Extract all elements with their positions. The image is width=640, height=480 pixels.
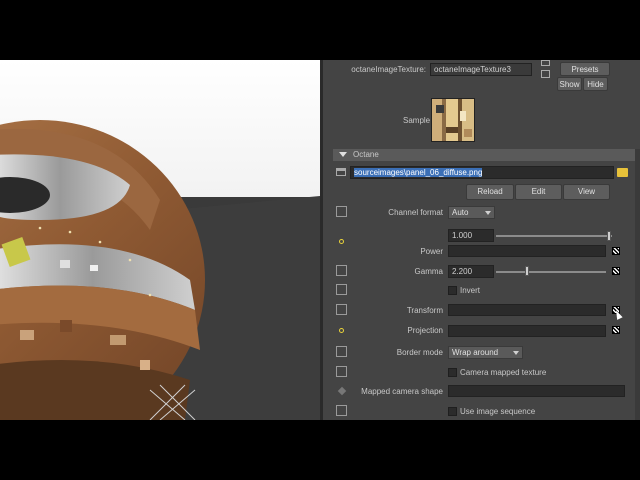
camera-mapped-label: Camera mapped texture xyxy=(460,368,547,377)
power-map-button-icon[interactable] xyxy=(612,247,620,255)
camera-mapped-icon xyxy=(336,366,347,377)
projection-map-button-icon[interactable] xyxy=(612,326,620,334)
octane-section-title: Octane xyxy=(353,150,379,159)
power-slider-knob[interactable] xyxy=(606,231,611,241)
power-texture-field[interactable] xyxy=(448,245,606,257)
view-button[interactable]: View xyxy=(563,184,610,200)
transform-field[interactable] xyxy=(448,304,606,316)
gamma-icon xyxy=(336,265,347,276)
invert-checkbox[interactable] xyxy=(448,286,457,295)
letterbox-bottom xyxy=(0,420,640,480)
presets-button[interactable]: Presets xyxy=(560,62,610,76)
channel-format-dropdown[interactable]: Auto xyxy=(448,206,495,219)
image-sequence-icon xyxy=(336,405,347,416)
border-mode-value: Wrap around xyxy=(452,348,499,357)
power-slider-track[interactable] xyxy=(496,235,612,237)
gamma-slider-track[interactable] xyxy=(496,271,606,273)
texture-node-label: octaneImageTexture: xyxy=(351,65,426,74)
edit-button[interactable]: Edit xyxy=(515,184,562,200)
dropdown-arrow-icon xyxy=(513,351,519,355)
collapse-triangle-icon[interactable] xyxy=(339,152,347,157)
attribute-editor-panel: octaneImageTexture: octaneImageTexture3 … xyxy=(323,60,640,420)
gamma-label: Gamma xyxy=(414,267,443,276)
reload-button[interactable]: Reload xyxy=(466,184,514,200)
use-image-sequence-checkbox[interactable] xyxy=(448,407,457,416)
dropdown-arrow-icon xyxy=(485,211,491,215)
power-texture-icon xyxy=(339,239,344,244)
texture-sample-swatch[interactable] xyxy=(431,98,475,142)
channel-format-label: Channel format xyxy=(388,208,443,217)
invert-label: Invert xyxy=(460,286,481,295)
show-button[interactable]: Show xyxy=(557,77,582,91)
channel-format-icon xyxy=(336,206,347,217)
projection-icon xyxy=(339,328,344,333)
octane-section-header[interactable]: Octane xyxy=(333,149,635,161)
texture-node-name-field[interactable]: octaneImageTexture3 xyxy=(430,63,532,76)
hide-button[interactable]: Hide xyxy=(583,77,608,91)
focus-icon[interactable] xyxy=(541,60,550,66)
mapped-camera-shape-label: Mapped camera shape xyxy=(361,387,443,396)
use-image-sequence-label: Use image sequence xyxy=(460,407,536,416)
transform-icon xyxy=(336,304,347,315)
folder-icon[interactable] xyxy=(617,168,628,177)
power-label: Power xyxy=(420,247,443,256)
mapped-camera-shape-field[interactable] xyxy=(448,385,625,397)
panel-scrollbar[interactable] xyxy=(635,149,640,420)
gamma-map-button-icon[interactable] xyxy=(612,267,620,275)
letterbox-top xyxy=(0,0,640,60)
mouse-cursor-icon xyxy=(613,309,623,320)
file-type-icon[interactable] xyxy=(336,168,346,176)
projection-field[interactable] xyxy=(448,325,606,337)
gamma-slider-knob[interactable] xyxy=(524,266,529,276)
output-connection-icon[interactable] xyxy=(541,70,550,78)
border-mode-label: Border mode xyxy=(396,348,443,357)
border-mode-icon xyxy=(336,346,347,357)
camera-mapped-checkbox[interactable] xyxy=(448,368,457,377)
file-path-text: sourceimages\panel_06_diffuse.png xyxy=(354,168,483,177)
projection-label: Projection xyxy=(407,326,443,335)
transform-label: Transform xyxy=(406,306,443,315)
gamma-value-field[interactable]: 2.200 xyxy=(448,265,494,278)
invert-icon xyxy=(336,284,347,295)
power-value-field[interactable]: 1.000 xyxy=(448,229,494,242)
channel-format-value: Auto xyxy=(452,208,469,217)
viewport-3d[interactable] xyxy=(0,60,320,420)
render-scene xyxy=(0,60,320,420)
sample-label: Sample xyxy=(403,116,431,125)
file-path-input[interactable]: sourceimages\panel_06_diffuse.png xyxy=(350,166,614,179)
border-mode-dropdown[interactable]: Wrap around xyxy=(448,346,523,359)
